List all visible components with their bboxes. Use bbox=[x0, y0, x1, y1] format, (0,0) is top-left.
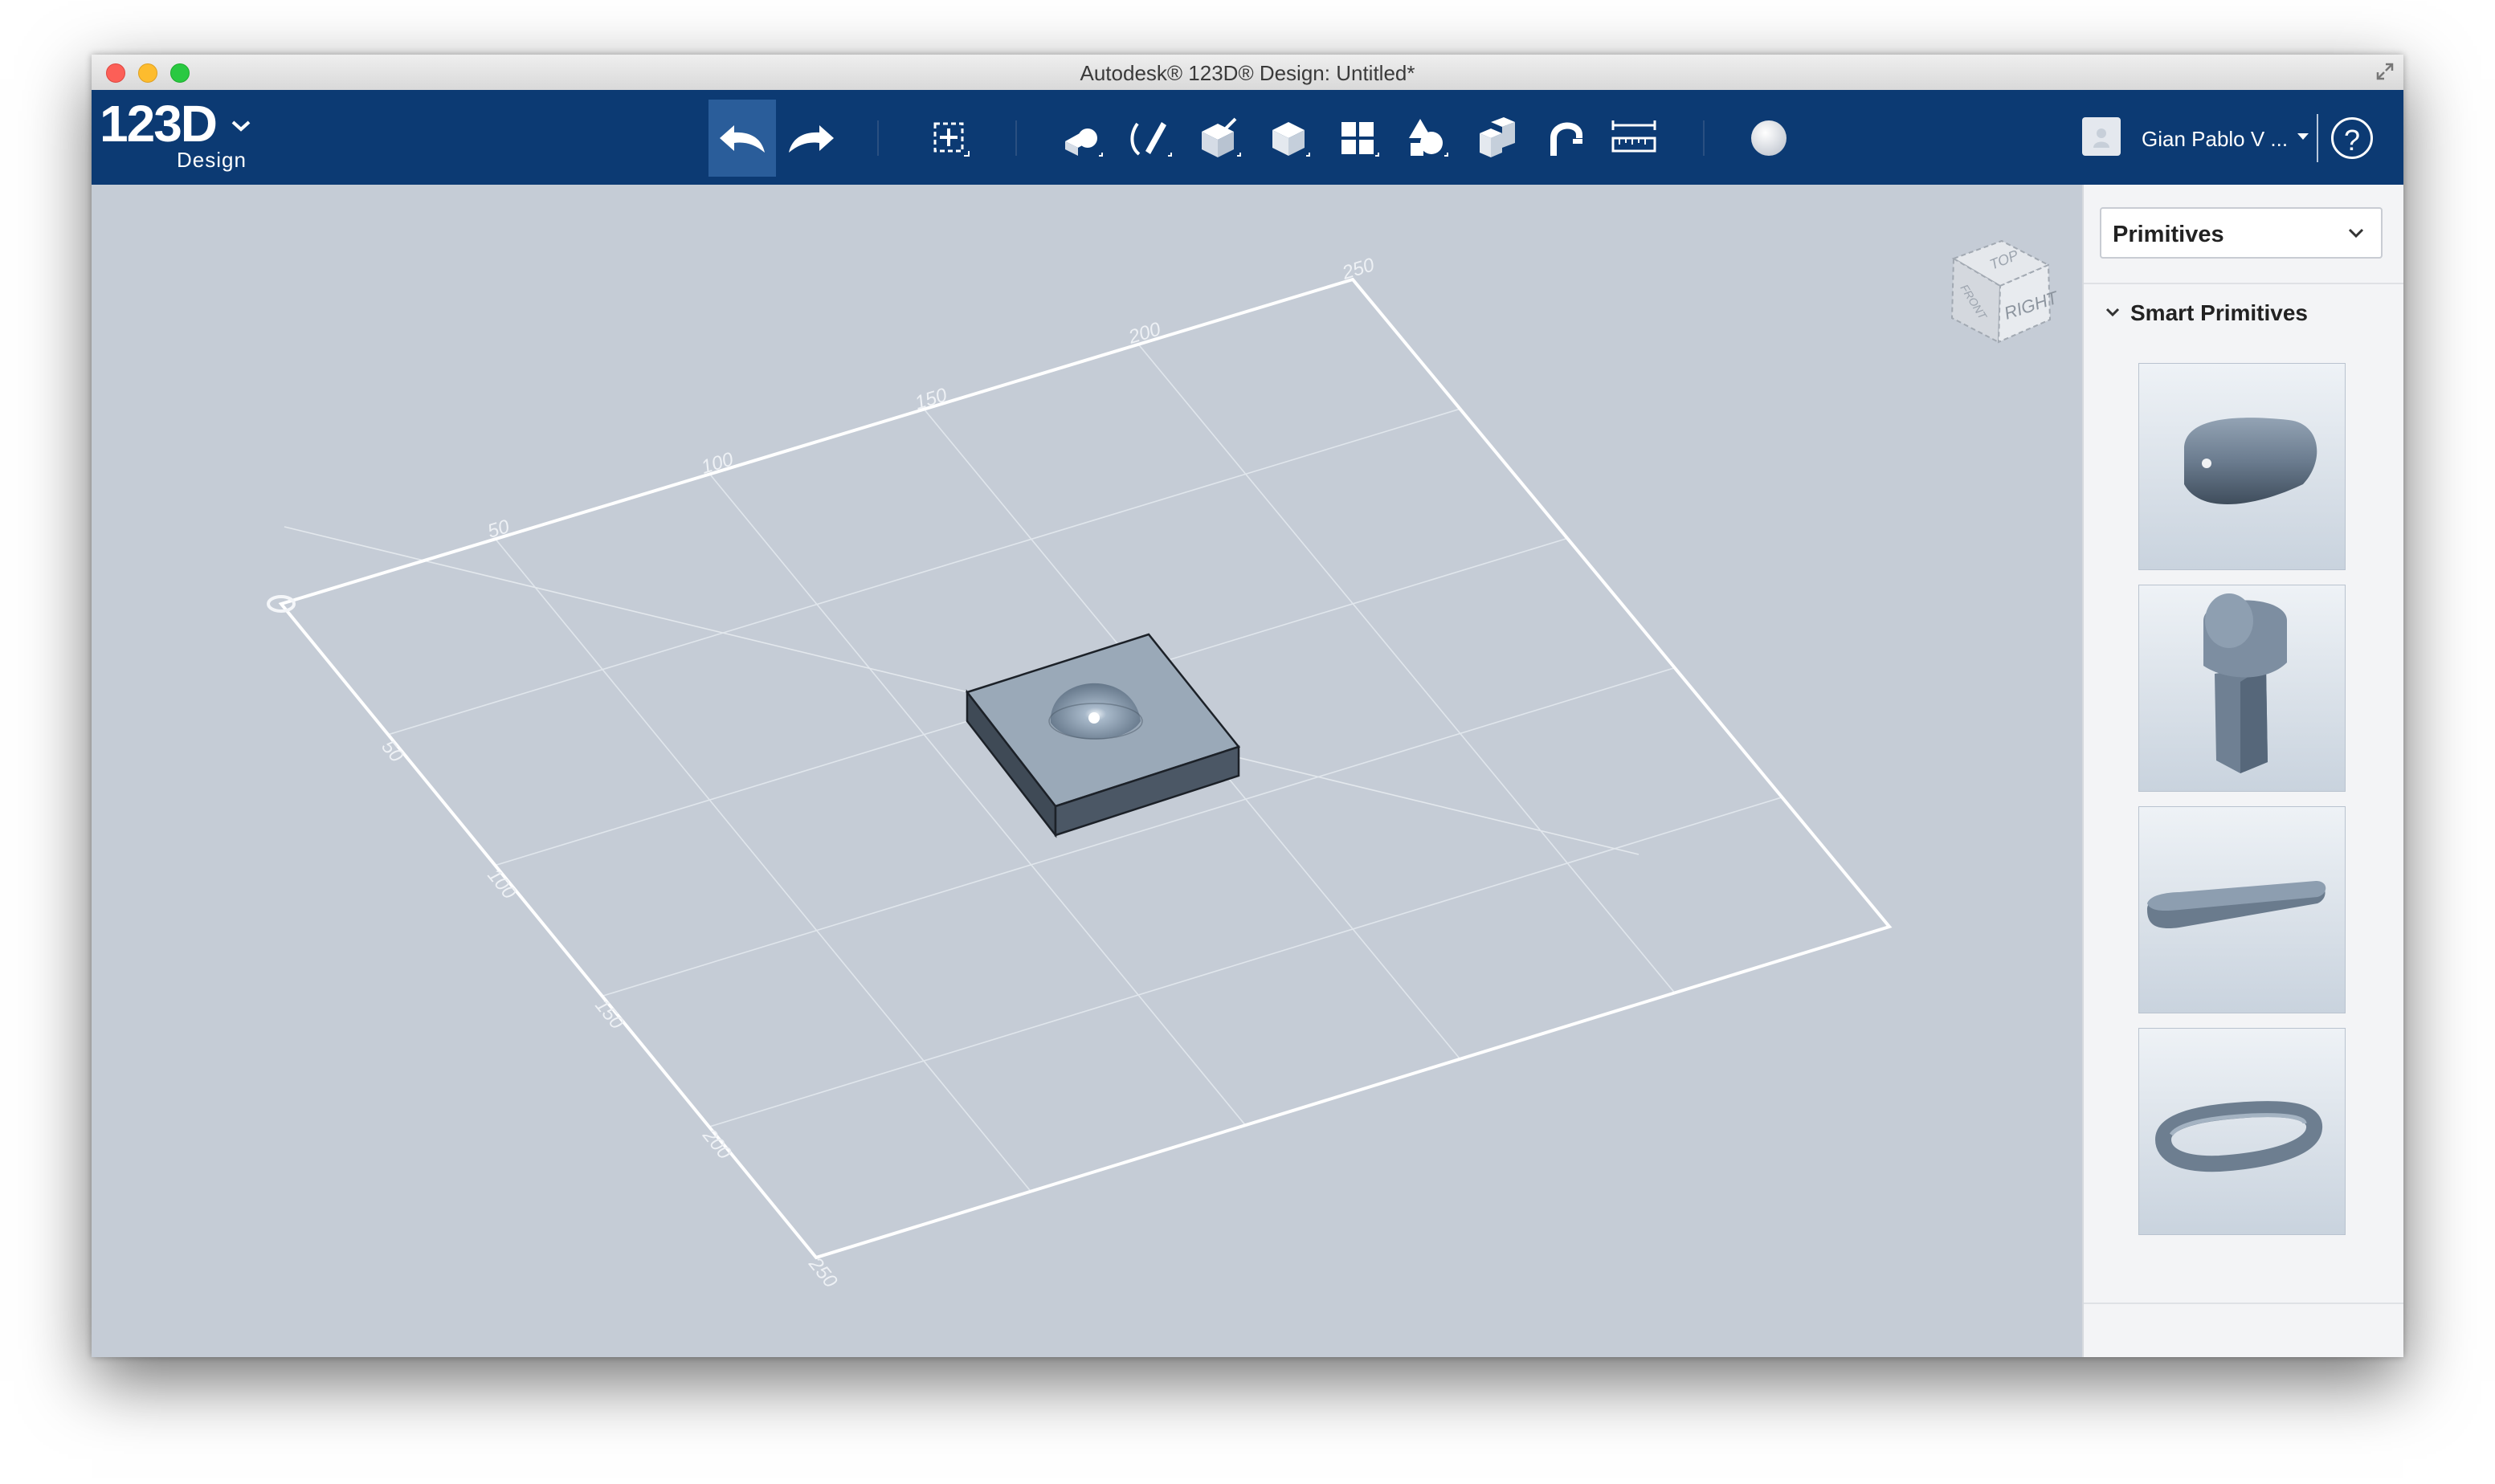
app-window: Autodesk® 123D® Design: Untitled* 123D D… bbox=[92, 55, 2403, 1357]
grid-label: 50 bbox=[377, 736, 407, 767]
avatar[interactable] bbox=[2082, 117, 2121, 156]
pattern-icon bbox=[1341, 122, 1379, 157]
combine-icon bbox=[1480, 117, 1515, 157]
transform-tool[interactable] bbox=[916, 100, 983, 177]
section-title-smart-primitives[interactable]: Smart Primitives bbox=[2130, 300, 2308, 326]
slot-primitive[interactable] bbox=[2138, 806, 2346, 1013]
chevron-down-icon[interactable] bbox=[2105, 307, 2121, 318]
grouping-icon bbox=[1409, 119, 1448, 157]
grid-label: 100 bbox=[699, 448, 737, 479]
model-box-with-dome bbox=[965, 633, 1241, 838]
workplane-grid: 50 100 150 200 250 50 100 150 200 250 TO… bbox=[267, 239, 2061, 1292]
user-name[interactable]: Gian Pablo V ... bbox=[2142, 127, 2288, 152]
view-cube: TOP RIGHT FRONT bbox=[1950, 239, 2061, 344]
panel-category-value: Primitives bbox=[2113, 222, 2224, 247]
grid-label: 150 bbox=[590, 995, 628, 1034]
modify-icon bbox=[1272, 122, 1310, 157]
logo-subtitle: Design bbox=[177, 148, 247, 172]
ring-primitive[interactable] bbox=[2138, 1028, 2346, 1235]
primitives-panel: Primitives Smart Primitives bbox=[2082, 185, 2403, 1357]
main-toolbar: 123D Design Gian Pablo V ... ? bbox=[92, 90, 2403, 185]
grid-line bbox=[495, 538, 1031, 1192]
material-sphere-icon bbox=[1751, 120, 1787, 156]
3d-viewport[interactable]: 50 100 150 200 250 50 100 150 200 250 TO… bbox=[92, 185, 2082, 1357]
window-title: Autodesk® 123D® Design: Untitled* bbox=[1080, 61, 1415, 85]
transform-icon bbox=[933, 122, 970, 157]
grid-label: 200 bbox=[1125, 318, 1164, 349]
combine-tool[interactable] bbox=[1462, 100, 1529, 177]
measure-tool[interactable] bbox=[1600, 100, 1668, 177]
logo-text: 123D bbox=[100, 95, 218, 153]
grouping-tool[interactable] bbox=[1393, 100, 1460, 177]
panel-divider bbox=[2084, 1303, 2403, 1304]
snap-tool[interactable] bbox=[1531, 100, 1599, 177]
grid-label: 50 bbox=[485, 516, 512, 543]
slot-shape bbox=[2147, 881, 2326, 929]
tab-shape bbox=[2203, 593, 2287, 773]
sketch-tool[interactable] bbox=[1117, 100, 1184, 177]
construct-tool[interactable] bbox=[1186, 100, 1253, 177]
help-button[interactable]: ? bbox=[2331, 117, 2373, 159]
grid-label: 250 bbox=[1339, 254, 1378, 284]
sketch-icon bbox=[1130, 122, 1172, 157]
magnet-icon bbox=[1550, 122, 1582, 156]
modify-tool[interactable] bbox=[1255, 100, 1322, 177]
user-icon bbox=[2093, 128, 2109, 148]
grid-line bbox=[708, 797, 1782, 1127]
caret-down-icon[interactable] bbox=[2296, 132, 2310, 141]
panel-divider bbox=[2084, 283, 2403, 284]
ring-shape bbox=[2154, 1101, 2322, 1172]
redo-icon bbox=[789, 125, 834, 153]
material-tool[interactable] bbox=[1735, 100, 1803, 177]
grid-line bbox=[387, 408, 1460, 736]
chevron-down-icon bbox=[2348, 228, 2364, 238]
grid-label: 200 bbox=[698, 1124, 736, 1164]
primitives-tool[interactable] bbox=[1047, 100, 1115, 177]
fullscreen-icon[interactable] bbox=[2375, 61, 2395, 82]
construct-icon bbox=[1202, 117, 1241, 157]
grid-label: 150 bbox=[913, 384, 950, 414]
toolbar-separator bbox=[2317, 114, 2318, 162]
pattern-tool[interactable] bbox=[1324, 100, 1391, 177]
ruler-icon bbox=[1611, 120, 1656, 153]
chevron-down-icon[interactable] bbox=[230, 119, 252, 133]
undo-button[interactable] bbox=[708, 100, 776, 177]
capsule-shape bbox=[2184, 418, 2317, 505]
undo-icon bbox=[720, 125, 765, 153]
grid-label: 250 bbox=[804, 1253, 842, 1292]
grid-line bbox=[1137, 344, 1676, 993]
title-bar: Autodesk® 123D® Design: Untitled* bbox=[92, 55, 2403, 91]
tab-primitive[interactable] bbox=[2138, 585, 2346, 792]
capsule-primitive[interactable] bbox=[2138, 363, 2346, 570]
grid-label: 100 bbox=[483, 865, 521, 904]
primitives-icon bbox=[1065, 128, 1103, 157]
redo-button[interactable] bbox=[778, 100, 845, 177]
panel-category-select[interactable]: Primitives bbox=[2100, 207, 2383, 259]
app-logo[interactable]: 123D Design bbox=[100, 95, 251, 172]
